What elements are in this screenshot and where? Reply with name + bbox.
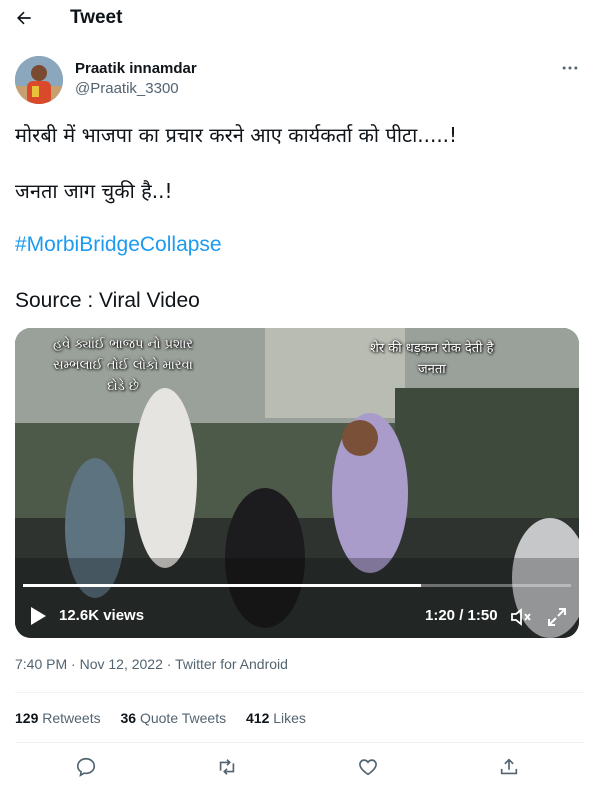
arrow-left-icon xyxy=(17,11,31,25)
meta-separator: · xyxy=(71,656,76,672)
divider xyxy=(15,692,584,693)
hashtag-link[interactable]: #MorbiBridgeCollapse xyxy=(15,231,222,259)
reply-icon xyxy=(76,757,96,777)
likes-count: 412 xyxy=(246,710,270,726)
author-name[interactable]: Praatik innamdar xyxy=(75,60,197,77)
header-bar: Tweet xyxy=(0,0,599,36)
tweet-text-line: जनता जाग चुकी है..! xyxy=(15,179,173,203)
play-button[interactable] xyxy=(27,604,49,628)
tweet-text-line: Source : Viral Video xyxy=(15,289,200,312)
author-handle[interactable]: @Praatik_3300 xyxy=(75,80,179,97)
more-horizontal-icon xyxy=(562,66,578,70)
video-progress-fill xyxy=(23,584,422,587)
reply-button[interactable] xyxy=(75,756,99,780)
share-button[interactable] xyxy=(498,756,522,780)
engagement-stats: 129 Retweets 36 Quote Tweets 412 Likes xyxy=(15,710,322,726)
like-button[interactable] xyxy=(357,756,381,780)
meta-separator: · xyxy=(166,656,172,672)
video-player[interactable]: હવે ક્યાંઈ ભાજપ નો પ્રશાર સમ્ભલાઈ તોઈ લો… xyxy=(15,328,579,638)
likes-stat[interactable]: 412 Likes xyxy=(246,710,306,726)
video-caption-left: હવે ક્યાંઈ ભાજપ નો પ્રશાર સમ્ભલાઈ તોઈ લો… xyxy=(53,337,193,394)
avatar[interactable] xyxy=(15,56,63,104)
share-icon xyxy=(500,758,518,775)
retweets-stat[interactable]: 129 Retweets xyxy=(15,710,101,726)
back-button[interactable] xyxy=(10,4,38,32)
video-progress-bar[interactable] xyxy=(23,584,571,587)
volume-button[interactable] xyxy=(509,605,533,629)
avatar-image xyxy=(15,56,63,104)
retweets-label: Retweets xyxy=(42,710,101,726)
retweets-count: 129 xyxy=(15,710,39,726)
page-title: Tweet xyxy=(70,7,123,28)
expand-icon xyxy=(548,608,566,626)
heart-icon xyxy=(359,759,377,776)
quote-tweets-count: 36 xyxy=(120,710,137,726)
tweet-metadata: 7:40 PM · Nov 12, 2022 · Twitter for And… xyxy=(15,656,288,672)
tweet-source-link[interactable]: Twitter for Android xyxy=(175,656,288,672)
fullscreen-button[interactable] xyxy=(545,605,569,629)
volume-muted-icon xyxy=(511,608,531,626)
quote-tweets-stat[interactable]: 36 Quote Tweets xyxy=(121,710,227,726)
play-icon xyxy=(31,607,46,625)
divider xyxy=(15,742,584,743)
video-timestamp: 1:20 / 1:50 xyxy=(425,607,498,624)
retweet-button[interactable] xyxy=(216,756,240,780)
likes-label: Likes xyxy=(273,710,306,726)
quote-tweets-label: Quote Tweets xyxy=(139,710,227,726)
video-caption-right: शेर की धड़कन रोक देती है जनता xyxy=(370,341,494,377)
tweet-date-link[interactable]: Nov 12, 2022 xyxy=(80,656,163,672)
more-options-button[interactable] xyxy=(555,58,585,78)
retweet-icon xyxy=(219,759,235,775)
video-view-count: 12.6K views xyxy=(59,607,145,624)
tweet-text-line: मोरबी में भाजपा का प्रचार करने आए कार्यक… xyxy=(15,123,458,147)
tweet-time-link[interactable]: 7:40 PM xyxy=(15,656,67,672)
